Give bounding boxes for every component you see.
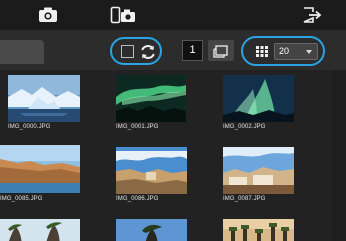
- select-refresh-group: [110, 37, 162, 65]
- thumbnail-filename: IMG_0086.JPG: [116, 196, 159, 202]
- thumbnail-filename: IMG_0001.JPG: [116, 124, 159, 130]
- dropdown-caret-icon: [306, 50, 312, 54]
- camera-icon[interactable]: [36, 6, 60, 24]
- thumbnail-image[interactable]: [223, 147, 294, 194]
- select-all-checkbox[interactable]: [121, 45, 134, 58]
- thumbnail-image[interactable]: [116, 75, 186, 122]
- layout-icon: [213, 45, 228, 58]
- remote-camera-icon[interactable]: [110, 6, 136, 24]
- refresh-icon[interactable]: [139, 43, 157, 61]
- thumbnail-filename: IMG_0002.JPG: [223, 124, 266, 130]
- thumbnail-image[interactable]: [8, 75, 80, 122]
- exit-icon[interactable]: [302, 6, 322, 24]
- grid-icon: [256, 46, 268, 57]
- page-count-field[interactable]: 1: [182, 40, 203, 61]
- toolbar: 1 20: [0, 30, 346, 70]
- top-bar: [0, 0, 346, 30]
- per-page-select[interactable]: 20: [274, 43, 318, 60]
- thumbnail-filename: IMG_0000.JPG: [8, 124, 51, 130]
- layout-button[interactable]: [208, 40, 234, 61]
- thumbnail-image[interactable]: [223, 75, 294, 122]
- scrollbar[interactable]: [332, 70, 346, 241]
- thumbnail-image[interactable]: [0, 219, 80, 241]
- thumbnail-image[interactable]: [116, 219, 187, 241]
- app-screen: 1 20 IMG_0000.JPG IMG_0001.JPG IMG_0002.…: [0, 0, 346, 241]
- left-panel-tab[interactable]: [0, 40, 44, 64]
- thumbnail-image[interactable]: [0, 145, 80, 193]
- thumbnails-per-page-group: 20: [241, 36, 325, 66]
- thumbnail-image[interactable]: [116, 147, 187, 194]
- per-page-value: 20: [279, 46, 290, 56]
- thumbnail-filename: IMG_0085.JPG: [0, 196, 43, 202]
- thumbnail-image[interactable]: [223, 219, 294, 241]
- thumbnail-filename: IMG_0087.JPG: [223, 196, 266, 202]
- thumbnail-grid: IMG_0000.JPG IMG_0001.JPG IMG_0002.JPG I…: [0, 70, 332, 241]
